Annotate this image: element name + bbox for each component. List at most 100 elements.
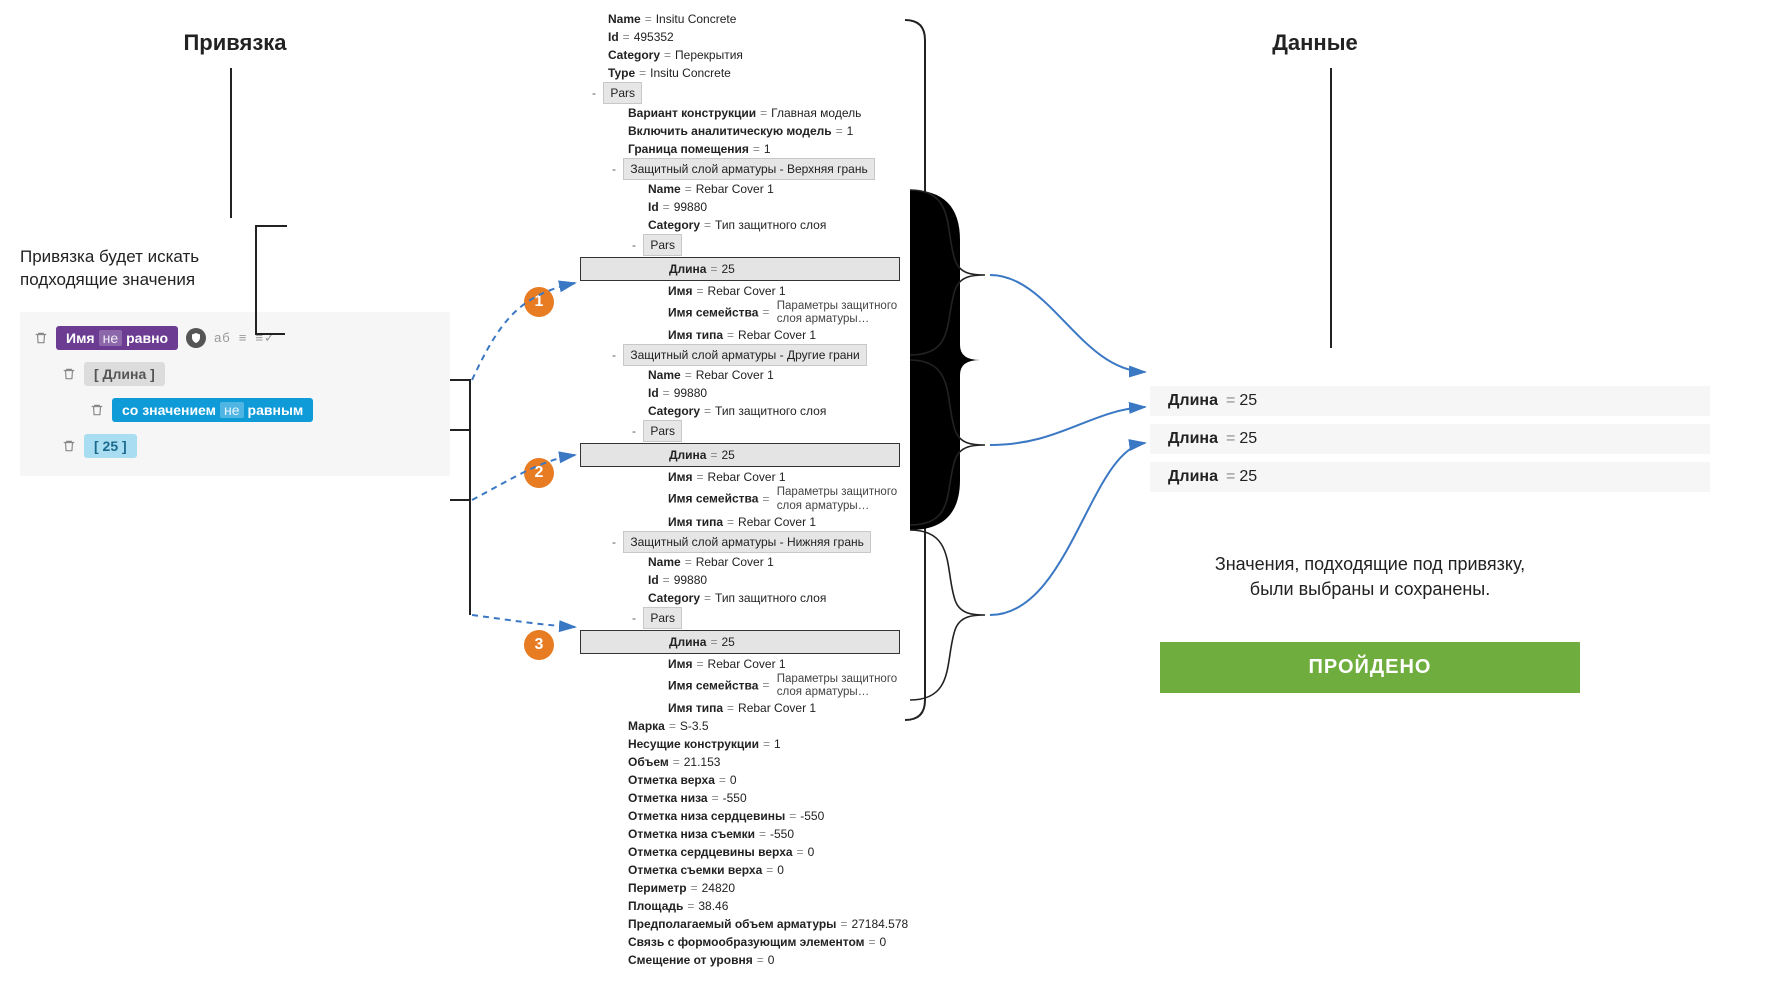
prop-key: Отметка верха	[628, 773, 715, 787]
step-num: 1	[535, 293, 544, 311]
prop-val: 1	[774, 737, 781, 751]
status-badge: ПРОЙДЕНО	[1160, 642, 1580, 693]
prop-row: Периметр=24820	[580, 879, 900, 897]
prop-val: 99880	[674, 573, 707, 587]
prop-val: 38.46	[698, 899, 728, 913]
tag-pars[interactable]: Pars	[643, 607, 682, 629]
list-icon[interactable]: ≡	[239, 330, 248, 345]
prop-key: Имя семейства	[668, 305, 758, 319]
prop-key: Имя	[668, 657, 693, 671]
prop-val: 99880	[674, 200, 707, 214]
shield-icon[interactable]	[186, 328, 206, 348]
trash-icon[interactable]	[62, 439, 76, 453]
prop-val: Тип защитного слоя	[715, 591, 826, 605]
tag-pars[interactable]: Pars	[603, 82, 642, 104]
with-value-label: со значением	[122, 402, 216, 418]
prop-row: Объем=21.153	[580, 753, 900, 771]
prop-key: Имя типа	[668, 515, 723, 529]
prop-key: Id	[648, 386, 659, 400]
prop-row: Площадь=38.46	[580, 897, 900, 915]
prop-val: Insitu Concrete	[650, 66, 731, 80]
prop-val: Параметры защитного	[777, 486, 897, 498]
prop-val: Rebar Cover 1	[708, 657, 786, 671]
result-row: Длина=25	[1150, 462, 1710, 492]
prop-val: 21.153	[684, 755, 721, 769]
prop-val: 25	[722, 448, 735, 462]
tag-pars[interactable]: Pars	[643, 234, 682, 256]
prop-val: Тип защитного слоя	[715, 404, 826, 418]
prop-key: Марка	[628, 719, 665, 733]
step-badge: 2	[524, 458, 554, 488]
prop-val: 27184.578	[851, 917, 908, 931]
rule-name-label: Имя	[66, 330, 95, 346]
prop-key: Category	[648, 404, 700, 418]
pill-name-equals[interactable]: Имя не равно	[56, 326, 178, 350]
prop-row: Отметка сердцевины верха=0	[580, 843, 900, 861]
prop-val: Rebar Cover 1	[708, 470, 786, 484]
prop-val: Главная модель	[771, 106, 861, 120]
chip-value[interactable]: [ 25 ]	[84, 434, 137, 458]
prop-key: Category	[648, 591, 700, 605]
prop-val: Rebar Cover 1	[696, 555, 774, 569]
prop-row: Марка=S-3.5	[580, 717, 900, 735]
prop-row: Отметка верха=0	[580, 771, 900, 789]
tag-group[interactable]: Защитный слой арматуры - Нижняя грань	[623, 531, 871, 553]
prop-row: Отметка низа сердцевины=-550	[580, 807, 900, 825]
result-key: Длина	[1168, 392, 1222, 409]
chip-field[interactable]: [ Длина ]	[84, 362, 165, 386]
prop-row: Смещение от уровня=0	[580, 951, 900, 969]
prop-val: Перекрытия	[675, 48, 743, 62]
rule-row-value[interactable]: [ 25 ]	[62, 434, 436, 458]
prop-val: Insitu Concrete	[656, 12, 737, 26]
step-badge: 1	[524, 287, 554, 317]
tag-group[interactable]: Защитный слой арматуры - Верхняя грань	[623, 158, 874, 180]
prop-key: Отметка сердцевины верха	[628, 845, 793, 859]
prop-key: Объем	[628, 755, 669, 769]
prop-key: Несущие конструкции	[628, 737, 759, 751]
trash-icon[interactable]	[62, 367, 76, 381]
prop-key: Имя семейства	[668, 492, 758, 506]
prop-key: Id	[648, 200, 659, 214]
prop-key: Type	[608, 66, 635, 80]
prop-key: Имя семейства	[668, 678, 758, 692]
prop-key: Name	[648, 368, 681, 382]
prop-val: -550	[800, 809, 824, 823]
prop-key: Площадь	[628, 899, 683, 913]
tag-group[interactable]: Защитный слой арматуры - Другие грани	[623, 344, 866, 366]
prop-key: Имя типа	[668, 701, 723, 715]
chip-with-value[interactable]: со значением не равным	[112, 398, 313, 422]
prop-key: Отметка низа	[628, 791, 708, 805]
rule-row-field[interactable]: [ Длина ]	[62, 362, 436, 386]
right-note: Значения, подходящие под привязку, были …	[1140, 552, 1600, 602]
left-note-text: Привязка будет искать подходящие значени…	[20, 247, 199, 289]
prop-key: Category	[608, 48, 660, 62]
rule-row-with-value[interactable]: со значением не равным	[90, 398, 436, 422]
prop-val: 25	[722, 635, 735, 649]
prop-key: Category	[648, 218, 700, 232]
prop-val: Rebar Cover 1	[738, 515, 816, 529]
prop-key: Периметр	[628, 881, 687, 895]
result-key: Длина	[1168, 468, 1222, 485]
result-val: 25	[1239, 392, 1257, 409]
result-row: Длина=25	[1150, 424, 1710, 454]
prop-key: Id	[608, 30, 619, 44]
trash-icon[interactable]	[34, 331, 48, 345]
prop-key: Отметка низа съемки	[628, 827, 755, 841]
prop-key: Name	[608, 12, 641, 26]
prop-val: Rebar Cover 1	[708, 284, 786, 298]
prop-val: -550	[770, 827, 794, 841]
prop-val: 0	[880, 935, 887, 949]
letters-icon[interactable]: аб	[214, 330, 231, 345]
prop-val: слоя арматуры…	[777, 500, 869, 512]
prop-val: Rebar Cover 1	[696, 182, 774, 196]
results-block: Длина=25 Длина=25 Длина=25	[1150, 386, 1710, 492]
prop-row: Отметка низа съемки=-550	[580, 825, 900, 843]
prop-val: Rebar Cover 1	[696, 368, 774, 382]
prop-val: 0	[730, 773, 737, 787]
prop-key: Смещение от уровня	[628, 953, 753, 967]
bracket-line	[255, 225, 285, 335]
tag-pars[interactable]: Pars	[643, 420, 682, 442]
trash-icon[interactable]	[90, 403, 104, 417]
rule-row-name[interactable]: Имя не равно аб ≡ ≡✓	[34, 326, 436, 350]
rule-box: Имя не равно аб ≡ ≡✓ [ Длина ] со значен…	[20, 312, 450, 476]
